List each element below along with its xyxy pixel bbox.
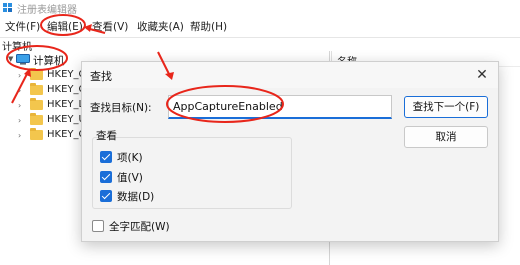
look-at-label: 查看 [96,130,117,142]
expand-icon[interactable]: › [18,101,21,110]
folder-icon [30,98,43,110]
cancel-button[interactable]: 取消 [404,126,488,148]
dialog-title: 查找 [90,70,112,83]
match-whole-checkbox[interactable] [92,220,104,232]
registry-editor-icon [3,3,12,12]
folder-icon [30,113,43,125]
keys-checkbox[interactable] [100,151,112,163]
computer-icon [16,54,30,65]
find-dialog: 查找 ✕ 查找目标(N): 查找下一个(F) 取消 查看 项(K) 值(V) 数… [81,61,499,242]
close-icon[interactable]: ✕ [472,65,492,85]
find-what-label: 查找目标(N): [90,102,152,114]
menu-view[interactable]: 查看(V) [92,19,128,34]
menu-help[interactable]: 帮助(H) [190,19,227,34]
match-whole-label: 全字匹配(W) [109,221,170,233]
tree-root-label: 计算机 [33,55,65,67]
menu-edit[interactable]: 编辑(E) [47,19,83,34]
values-checkbox[interactable] [100,171,112,183]
folder-icon [30,68,43,80]
folder-icon [30,128,43,140]
expand-icon[interactable]: › [18,71,21,80]
collapse-icon[interactable]: ▼ [8,55,13,63]
address-bar[interactable]: 计算机 [0,37,520,53]
values-label: 值(V) [117,172,143,184]
expand-icon[interactable]: › [18,86,21,95]
menu-favorites[interactable]: 收藏夹(A) [137,19,184,34]
data-label: 数据(D) [117,191,155,203]
expand-icon[interactable]: › [18,131,21,140]
menu-bar: 文件(F) 编辑(E) 查看(V) 收藏夹(A) 帮助(H) [0,16,520,36]
find-what-input[interactable] [168,95,392,119]
keys-label: 项(K) [117,152,143,164]
expand-icon[interactable]: › [18,116,21,125]
title-bar: 注册表编辑器 [0,0,520,16]
find-next-button[interactable]: 查找下一个(F) [404,96,488,118]
folder-icon [30,83,43,95]
tree-node-computer[interactable]: ▼ 计算机 [8,52,65,68]
data-checkbox[interactable] [100,190,112,202]
dialog-title-bar[interactable]: 查找 ✕ [82,62,498,88]
window-title: 注册表编辑器 [17,5,77,16]
menu-file[interactable]: 文件(F) [5,19,40,34]
